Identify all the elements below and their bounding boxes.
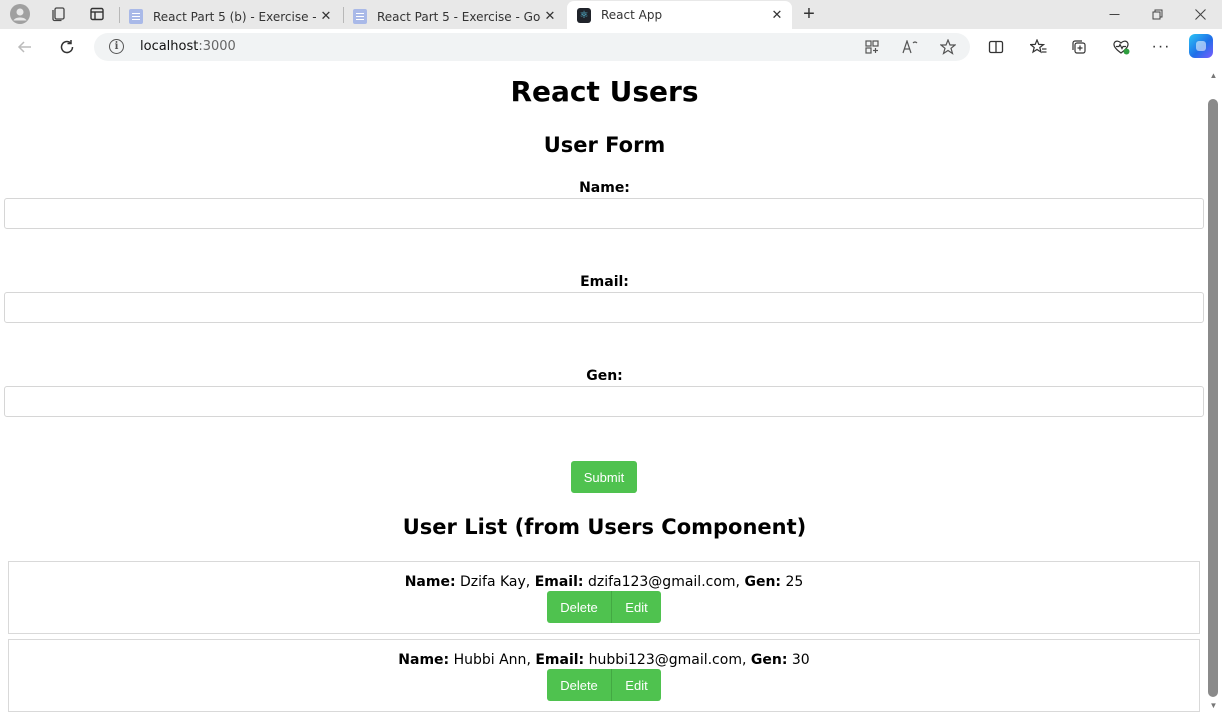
star-icon[interactable] <box>937 37 959 57</box>
tab-title: React App <box>601 8 663 22</box>
url-text[interactable]: localhost:3000 <box>140 39 236 54</box>
email-key: Email: <box>535 652 585 668</box>
name-input[interactable] <box>4 198 1204 229</box>
user-name: Dzifa Kay <box>460 574 526 590</box>
delete-button[interactable]: Delete <box>547 669 611 701</box>
new-tab-button[interactable]: + <box>797 3 821 25</box>
react-logo-icon: ⚛ <box>577 7 591 23</box>
page-title: React Users <box>510 75 699 108</box>
gen-input[interactable] <box>4 386 1204 417</box>
user-card: Name: Dzifa Kay, Email: dzifa123@gmail.c… <box>8 561 1200 634</box>
submit-button[interactable]: Submit <box>571 461 637 493</box>
form-title: User Form <box>543 133 666 157</box>
user-details: Name: Hubbi Ann, Email: hubbi123@gmail.c… <box>398 652 810 668</box>
user-details: Name: Dzifa Kay, Email: dzifa123@gmail.c… <box>404 574 804 590</box>
name-label: Name: <box>579 180 630 196</box>
close-icon[interactable]: ✕ <box>768 8 786 23</box>
profile-icon[interactable] <box>8 3 32 25</box>
user-actions: Delete Edit <box>9 591 1199 623</box>
user-list-title: User List (from Users Component) <box>402 515 807 539</box>
tab-react-app[interactable]: ⚛ React App ✕ <box>567 1 792 29</box>
heart-pulse-icon[interactable] <box>1108 35 1134 59</box>
tab-react-part-5b[interactable]: React Part 5 (b) - Exercise - Goog ✕ <box>119 4 341 29</box>
edit-button[interactable]: Edit <box>611 591 661 623</box>
google-docs-icon <box>129 9 143 24</box>
email-key: Email: <box>534 574 584 590</box>
favorites-list-icon[interactable] <box>1025 35 1051 59</box>
user-card: Name: Hubbi Ann, Email: hubbi123@gmail.c… <box>8 639 1200 712</box>
delete-button[interactable]: Delete <box>547 591 611 623</box>
split-screen-icon[interactable] <box>983 35 1009 59</box>
user-gen: 30 <box>791 652 810 668</box>
gen-key: Gen: <box>750 652 788 668</box>
more-dots-icon[interactable]: ··· <box>1148 35 1174 59</box>
name-key: Name: <box>398 652 450 668</box>
gen-key: Gen: <box>744 574 782 590</box>
copilot-icon[interactable] <box>1189 34 1213 58</box>
scrollbar-thumb[interactable] <box>1208 99 1218 697</box>
tab-title: React Part 5 - Exercise - Google D <box>377 9 541 24</box>
edit-button[interactable]: Edit <box>611 669 661 701</box>
user-email: dzifa123@gmail.com <box>587 574 736 590</box>
address-bar[interactable]: i localhost:3000 <box>94 33 970 61</box>
user-gen: 25 <box>785 574 804 590</box>
user-email: hubbi123@gmail.com <box>588 652 742 668</box>
restore-icon[interactable] <box>1135 0 1179 29</box>
close-window-icon[interactable] <box>1178 0 1222 29</box>
page-scrollbar[interactable]: ▲ ▼ <box>1205 65 1222 720</box>
email-input[interactable] <box>4 292 1204 323</box>
minimize-icon[interactable] <box>1092 0 1136 29</box>
read-aloud-icon[interactable] <box>899 37 921 57</box>
info-icon[interactable]: i <box>109 39 124 54</box>
scroll-down-icon[interactable]: ▼ <box>1209 701 1218 710</box>
close-icon[interactable]: ✕ <box>317 9 335 24</box>
reload-icon[interactable] <box>54 35 80 59</box>
url-host: localhost <box>140 39 199 54</box>
close-icon[interactable]: ✕ <box>541 9 559 24</box>
collections-icon[interactable] <box>1066 35 1092 59</box>
tab-react-part-5[interactable]: React Part 5 - Exercise - Google D ✕ <box>343 4 565 29</box>
name-key: Name: <box>404 574 456 590</box>
workspaces-icon[interactable] <box>46 3 70 25</box>
email-label: Email: <box>580 274 629 290</box>
google-docs-icon <box>353 9 367 24</box>
page-viewport: React Users User Form Name: Email: Gen: … <box>4 65 1205 720</box>
tab-strip: React Part 5 (b) - Exercise - Goog ✕ Rea… <box>0 0 1222 29</box>
url-port: :3000 <box>198 39 236 54</box>
vertical-tabs-icon[interactable] <box>85 3 109 25</box>
browser-toolbar: i localhost:3000 ··· <box>0 29 1222 65</box>
user-actions: Delete Edit <box>9 669 1199 701</box>
user-name: Hubbi Ann <box>453 652 527 668</box>
back-arrow-icon[interactable] <box>12 35 38 59</box>
scroll-up-icon[interactable]: ▲ <box>1209 71 1218 80</box>
gen-label: Gen: <box>586 368 623 384</box>
tab-title: React Part 5 (b) - Exercise - Goog <box>153 9 317 24</box>
app-available-icon[interactable] <box>861 37 883 57</box>
